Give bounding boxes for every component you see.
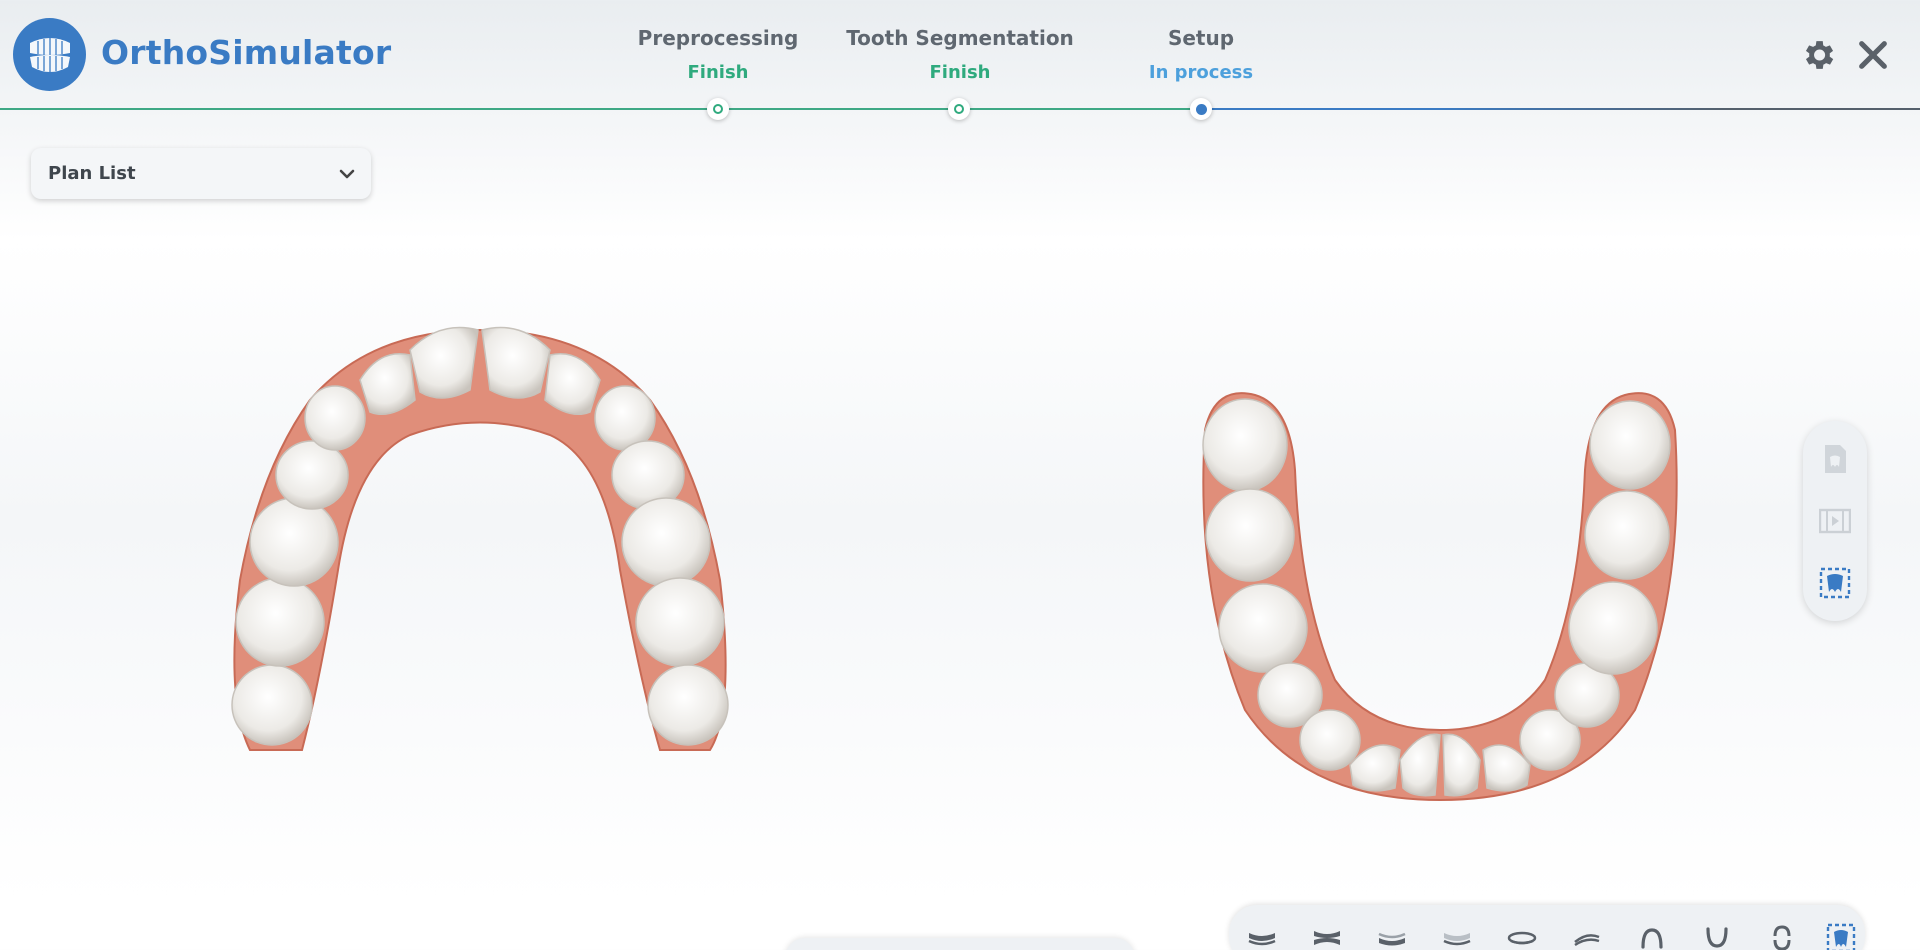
step-name: Preprocessing <box>637 26 799 50</box>
lower-arch-icon[interactable] <box>1699 923 1735 950</box>
both-jaws-view-icon[interactable] <box>1309 923 1345 950</box>
lower-jaw-view-icon[interactable] <box>1374 923 1410 950</box>
step-status: Finish <box>687 62 749 83</box>
step-preprocessing[interactable]: Preprocessing Finish <box>598 26 838 83</box>
step-dot-active[interactable] <box>1190 98 1212 120</box>
open-bite-icon[interactable] <box>1764 923 1800 950</box>
tooth-report-icon[interactable] <box>1819 441 1851 477</box>
tooth-frame-icon[interactable] <box>1823 923 1859 950</box>
upper-jaw-view-icon[interactable] <box>1244 923 1280 950</box>
close-icon[interactable] <box>1852 34 1894 76</box>
step-dot-done[interactable] <box>707 98 729 120</box>
lower-occlusal-icon[interactable] <box>1569 923 1605 950</box>
step-status: Finish <box>929 62 991 83</box>
app-title: OrthoSimulator <box>101 33 392 72</box>
plan-list-label: Plan List <box>48 163 136 184</box>
gear-icon[interactable] <box>1797 34 1839 76</box>
progress-line-done <box>0 108 1200 110</box>
app-logo <box>13 18 86 91</box>
progress-line-active <box>1200 108 1440 110</box>
upper-occlusal-icon[interactable] <box>1504 923 1540 950</box>
progress-line-pending <box>1440 108 1920 110</box>
chevron-down-icon <box>339 169 355 178</box>
step-dot-done[interactable] <box>948 98 970 120</box>
step-status: In process <box>1148 62 1254 83</box>
tooth-select-icon[interactable] <box>1819 565 1851 601</box>
step-setup[interactable]: Setup In process <box>1081 26 1321 83</box>
teeth-logo-icon <box>29 37 70 72</box>
side-tool-panel <box>1803 421 1867 621</box>
plan-list-dropdown[interactable]: Plan List <box>31 148 371 199</box>
top-header: OrthoSimulator Preprocessing Finish Toot… <box>0 0 1920 120</box>
step-tooth-segmentation[interactable]: Tooth Segmentation Finish <box>840 26 1080 83</box>
upper-arch-model[interactable] <box>220 320 740 760</box>
step-name: Tooth Segmentation <box>846 26 1074 50</box>
bottom-toolbar-secondary <box>785 938 1135 950</box>
bottom-view-toolbar <box>1229 905 1865 950</box>
step-name: Setup <box>1167 26 1235 50</box>
upper-arch-icon[interactable] <box>1634 923 1670 950</box>
lower-jaw-faded-icon[interactable] <box>1439 923 1475 950</box>
lower-arch-model[interactable] <box>1195 390 1685 810</box>
video-icon[interactable] <box>1819 503 1851 539</box>
